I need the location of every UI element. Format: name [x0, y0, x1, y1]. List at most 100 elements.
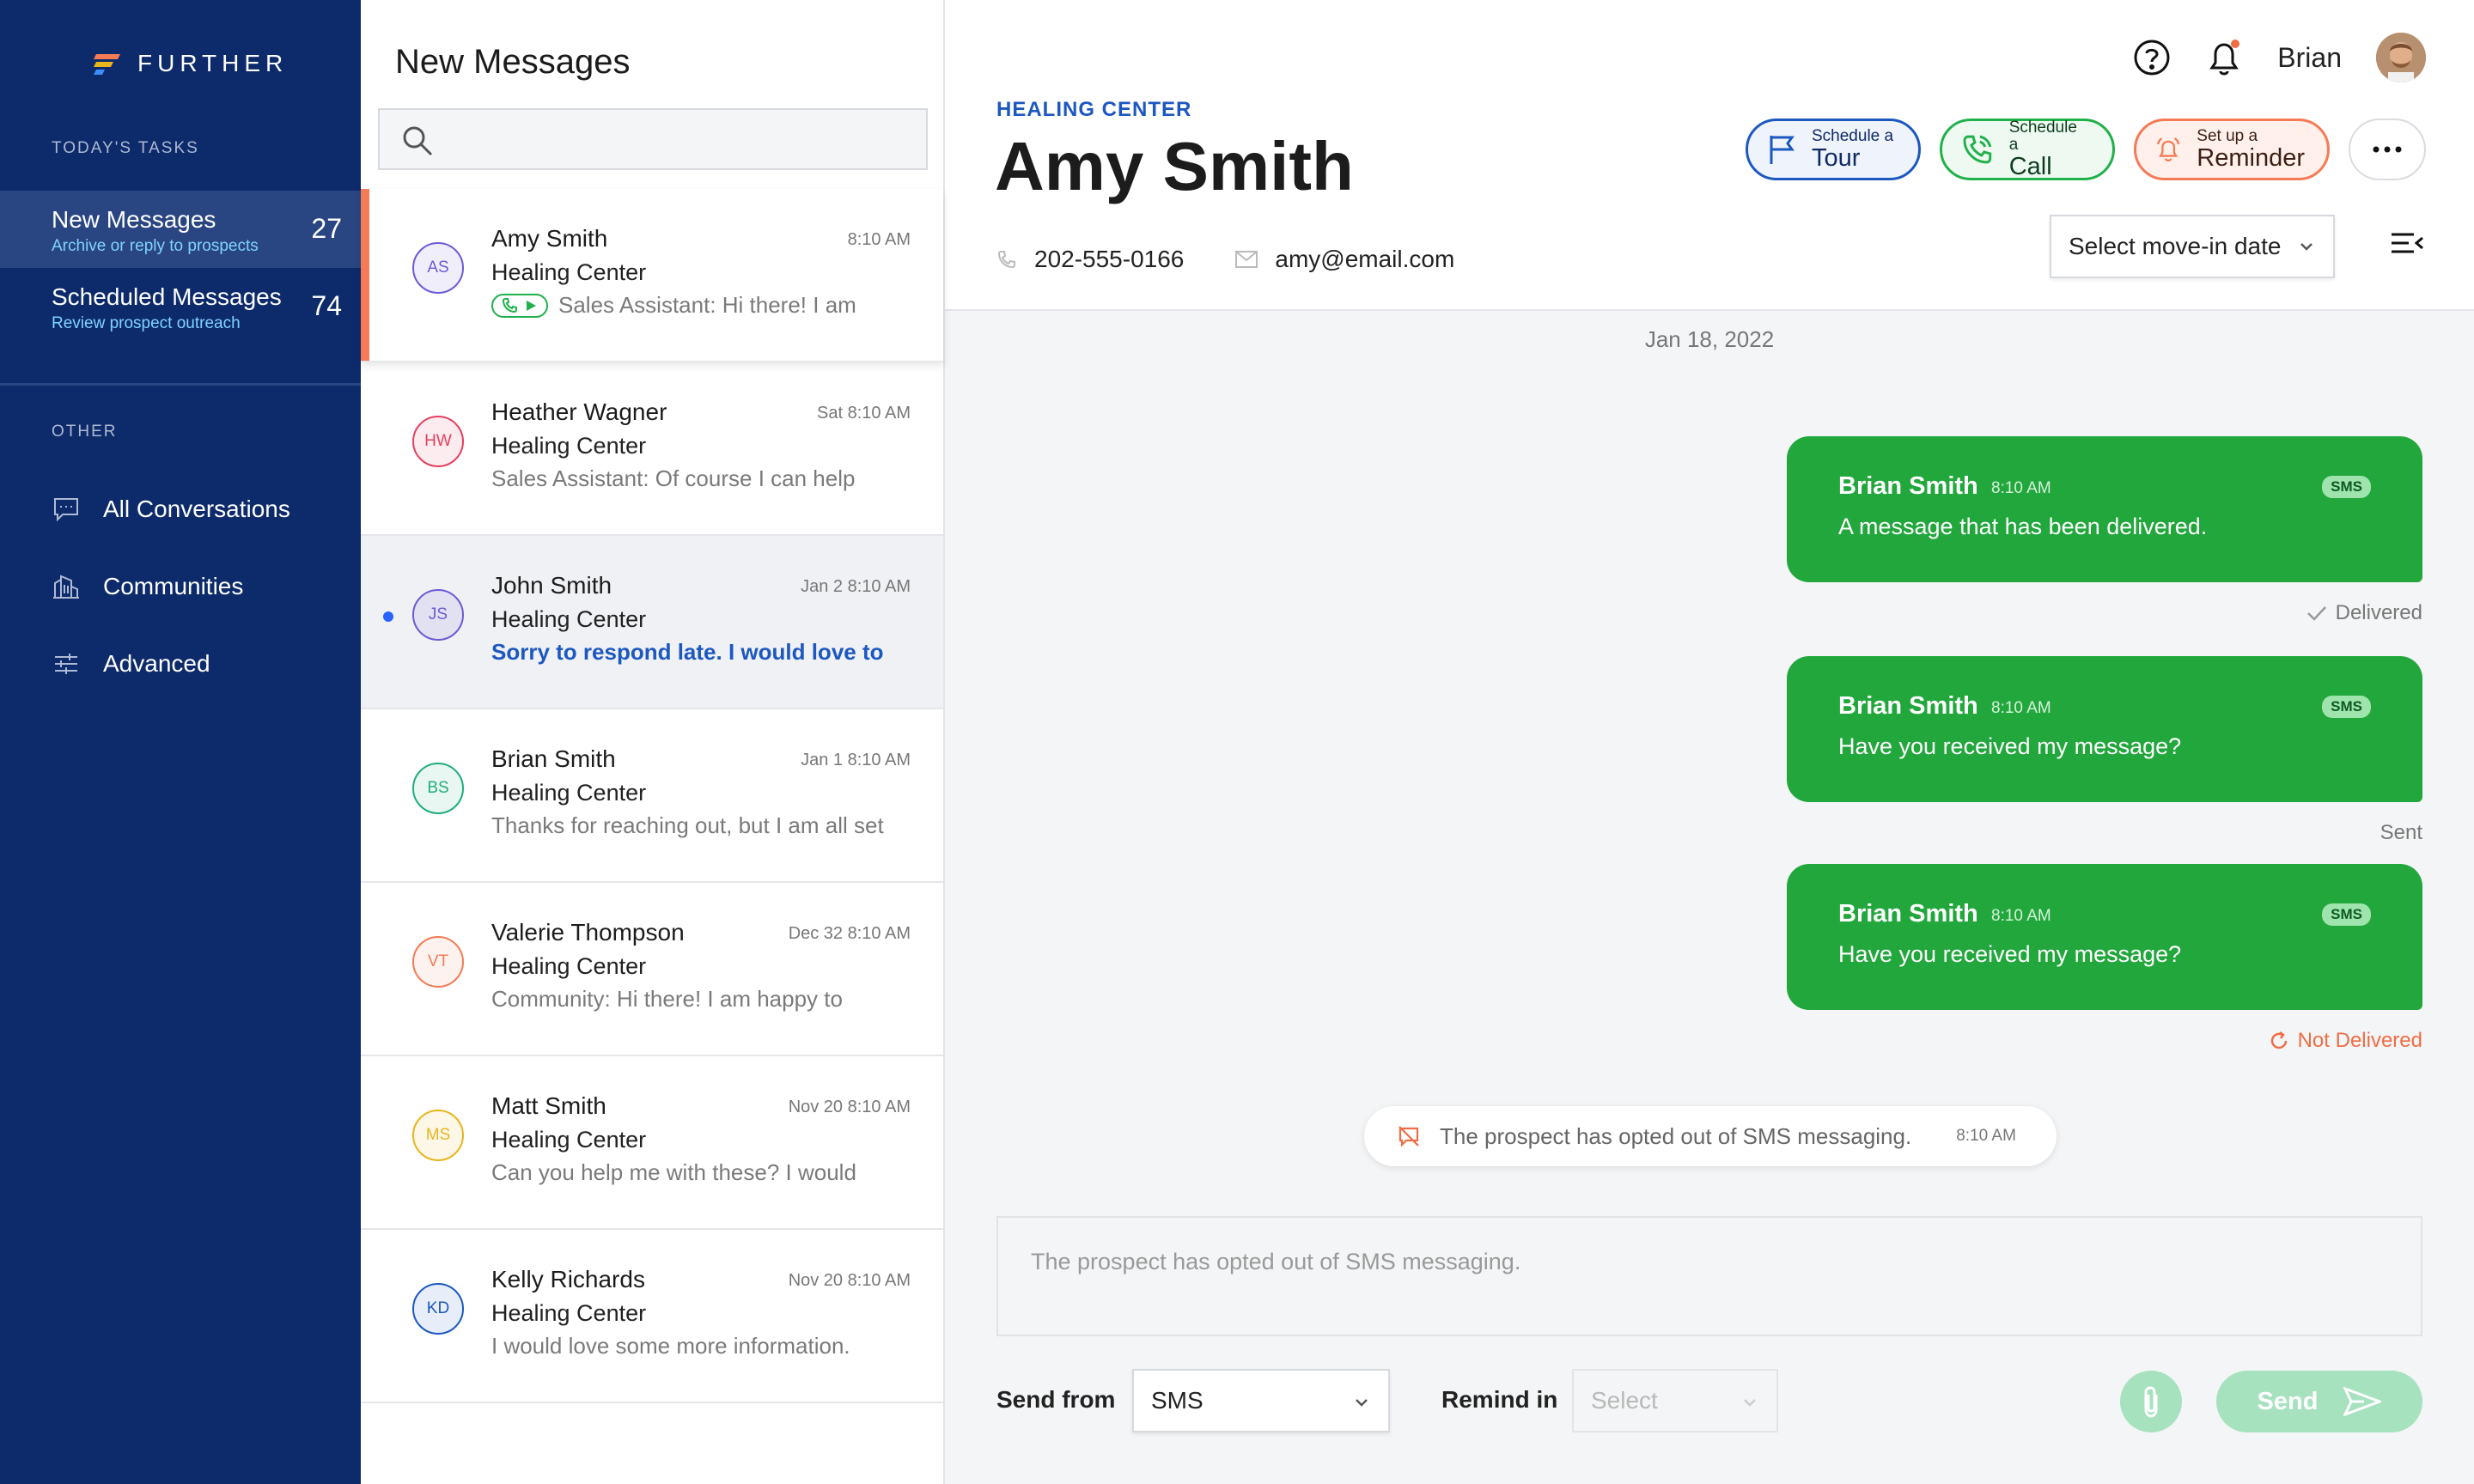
setup-reminder-button[interactable]: Set up a Reminder [2134, 119, 2330, 180]
send-arrow-icon [2343, 1386, 2382, 1417]
community-name: Healing Center [491, 953, 647, 979]
task-new-messages[interactable]: New Messages Archive or reply to prospec… [0, 191, 361, 268]
contact-name: Amy Smith [491, 225, 608, 252]
more-options-button[interactable] [2349, 119, 2426, 180]
conversation-list-item[interactable]: HW Heather Wagner Sat 8:10 AM Healing Cente… [361, 362, 943, 536]
message-list-panel: New Messages AS Amy Smith 8:10 AM Healing C… [361, 0, 945, 1484]
contact-name: Kelly Richards [491, 1266, 645, 1292]
list-title: New Messages [395, 43, 631, 81]
task-scheduled-messages[interactable]: Scheduled Messages Review prospect outre… [0, 268, 361, 345]
task-count: 27 [311, 213, 342, 244]
conversation-list-item[interactable]: KD Kelly Richards Nov 20 8:10 AM Healing Ce… [361, 1230, 943, 1403]
help-icon[interactable] [2133, 39, 2171, 76]
reminder-small-label: Set up a [2197, 127, 2258, 145]
schedule-tour-button[interactable]: Schedule a Tour [1746, 119, 1921, 180]
call-recording-icon [491, 293, 548, 318]
notification-bell-icon[interactable] [2205, 37, 2243, 78]
nav-label: All Conversations [103, 496, 290, 522]
contact-phone[interactable]: 202-555-0166 [996, 246, 1184, 273]
nav-advanced[interactable]: Advanced [52, 649, 210, 678]
message-time: 8:10 AM [847, 230, 911, 249]
message-time: Sat 8:10 AM [817, 404, 911, 423]
tour-small-label: Schedule a [1812, 127, 1894, 145]
collapse-menu-icon[interactable] [2390, 230, 2424, 256]
conversation-list-item[interactable]: MS Matt Smith Nov 20 8:10 AM Healing Center… [361, 1056, 943, 1230]
message-composer[interactable]: The prospect has opted out of SMS messag… [996, 1216, 2422, 1336]
nav-communities[interactable]: Communities [52, 572, 243, 601]
community-name: Healing Center [491, 1127, 647, 1153]
attach-button[interactable] [2120, 1371, 2182, 1432]
task-title: New Messages [52, 206, 216, 233]
avatar: JS [412, 589, 464, 641]
message-time: Jan 2 8:10 AM [801, 577, 911, 596]
message-status: Sent [2380, 821, 2422, 845]
brand-name: FURTHER [137, 50, 289, 76]
nav-all-conversations[interactable]: All Conversations [52, 495, 290, 524]
channel-badge: SMS [2322, 903, 2371, 926]
avatar: HW [412, 416, 464, 467]
user-avatar[interactable] [2376, 33, 2426, 82]
message-bubble[interactable]: Brian Smith 8:10 AM SMS Have you receive… [1787, 656, 2422, 802]
reminder-big-label: Reminder [2197, 144, 2305, 172]
conversation-list-item[interactable]: VT Valerie Thompson Dec 32 8:10 AM Healing … [361, 883, 943, 1056]
schedule-call-button[interactable]: Schedule a Call [1940, 119, 2115, 180]
conversation-list-item[interactable]: AS Amy Smith 8:10 AM Healing Center Sales As… [361, 189, 943, 362]
send-button[interactable]: Send [2216, 1371, 2422, 1432]
remind-in-label: Remind in [1441, 1386, 1558, 1413]
task-title: Scheduled Messages [52, 283, 282, 310]
avatar: VT [412, 936, 464, 988]
brand-logo[interactable]: FURTHER [93, 50, 288, 77]
nav-label: Communities [103, 573, 244, 599]
contact-name: Amy Smith [995, 128, 1354, 204]
date-divider: Jan 18, 2022 [1644, 326, 1775, 352]
message-text: Have you received my message? [1838, 941, 2182, 967]
task-subtitle: Archive or reply to prospects [52, 237, 259, 255]
message-sender: Brian Smith [1838, 692, 1978, 720]
optout-text: The prospect has opted out of SMS messag… [1440, 1122, 1912, 1149]
sms-disabled-icon [1398, 1126, 1419, 1147]
community-name: Healing Center [491, 259, 647, 285]
call-small-label: Schedule a [2008, 119, 2077, 154]
call-big-label: Call [2008, 153, 2052, 180]
send-from-select[interactable]: SMS [1132, 1369, 1390, 1432]
contact-name: Matt Smith [491, 1092, 606, 1119]
status-text: Delivered [2335, 601, 2422, 624]
conversation-list-item[interactable]: JS John Smith Jan 2 8:10 AM Healing Center S… [361, 536, 943, 709]
message-bubble[interactable]: Brian Smith 8:10 AM SMS A message that h… [1787, 436, 2422, 582]
search-icon [403, 126, 433, 156]
alarm-bell-icon [2156, 137, 2180, 161]
more-dots-icon [2373, 146, 2402, 153]
search-input[interactable] [378, 108, 928, 170]
optout-time: 8:10 AM [1956, 1127, 2016, 1145]
message-time: 8:10 AM [1991, 699, 2051, 717]
message-status[interactable]: Not Delivered [2269, 1029, 2422, 1053]
message-preview: I would love some more information. [491, 1333, 850, 1359]
channel-badge: SMS [2322, 696, 2371, 718]
email-address: amy@email.com [1275, 246, 1455, 272]
contact-name: John Smith [491, 572, 612, 599]
community-name: Healing Center [491, 1300, 647, 1326]
move-in-date-select[interactable]: Select move-in date [2050, 215, 2335, 278]
email-icon [1235, 251, 1258, 268]
user-name[interactable]: Brian [2277, 42, 2342, 74]
phone-call-icon [1963, 135, 1992, 164]
message-preview: Thanks for reaching out, but I am all se… [491, 812, 884, 839]
conversation-list-item[interactable]: BS Brian Smith Jan 1 8:10 AM Healing Center… [361, 709, 943, 883]
building-icon [52, 572, 81, 601]
message-time: Nov 20 8:10 AM [788, 1271, 911, 1290]
remind-in-value: Select [1591, 1387, 1658, 1414]
contact-details: 202-555-0166 amy@email.com [996, 246, 1454, 273]
message-preview: Sales Assistant: Hi there! I am [491, 292, 856, 319]
remind-in-select[interactable]: Select [1572, 1369, 1778, 1432]
avatar: MS [412, 1110, 464, 1161]
task-count: 74 [311, 290, 342, 321]
message-preview: Sorry to respond late. I would love to [491, 639, 884, 666]
preview-text: Sales Assistant: Of course I can help [491, 465, 856, 491]
message-bubble[interactable]: Brian Smith 8:10 AM SMS Have you receive… [1787, 864, 2422, 1010]
contact-email[interactable]: amy@email.com [1235, 246, 1454, 273]
send-from-label: Send from [996, 1386, 1116, 1413]
conversation-panel: Brian HEALING CENTER Amy Smith 202-555-0… [945, 0, 2474, 1484]
send-label: Send [2257, 1387, 2319, 1415]
unread-indicator [383, 611, 393, 622]
avatar: AS [412, 242, 464, 294]
